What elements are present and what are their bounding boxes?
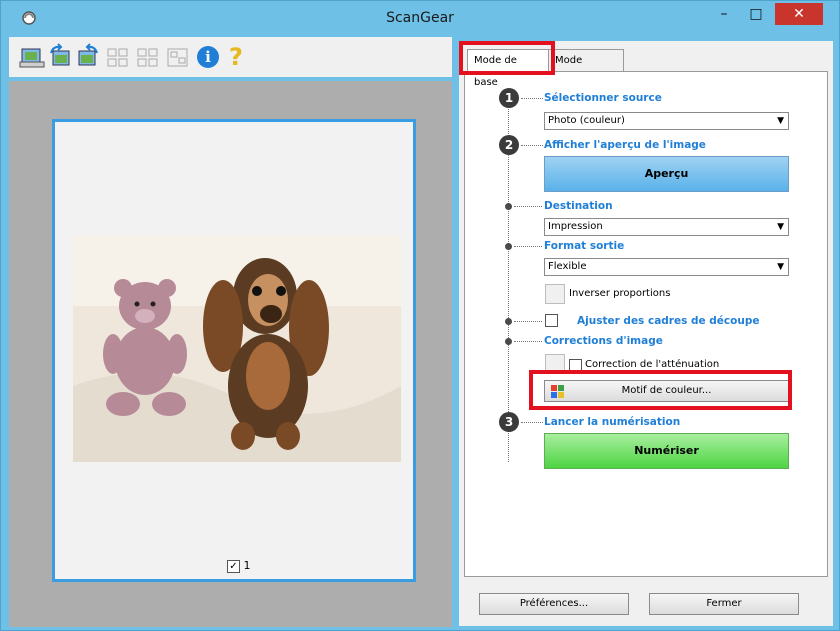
grid-view-icon[interactable] — [135, 43, 161, 71]
preferences-button[interactable]: Préférences... — [479, 593, 629, 615]
crop-frame-icon[interactable] — [165, 43, 191, 71]
destination-dot — [505, 203, 512, 210]
help-icon[interactable]: ? — [223, 43, 249, 71]
format-dot — [505, 243, 512, 250]
preview-image-label: Afficher l'aperçu de l'image — [544, 139, 706, 151]
right-pane: Mode de base Mode avancé 1 Sélectionner … — [459, 41, 833, 626]
format-connector — [514, 246, 542, 248]
step-2-connector — [521, 145, 543, 147]
basic-mode-panel: 1 Sélectionner source Photo (couleur) ▼ … — [464, 71, 828, 577]
info-icon[interactable]: i — [197, 43, 223, 71]
swap-aspect-ratio-label: Inverser proportions — [569, 288, 671, 299]
minimize-button[interactable]: – — [709, 3, 739, 25]
rotate-left-icon[interactable] — [47, 43, 73, 71]
left-pane: i ? ✓ 1 — [9, 37, 452, 627]
fading-correction-icon — [545, 354, 565, 374]
help-glyph: ? — [229, 43, 243, 71]
scan-image-icon[interactable] — [19, 43, 45, 71]
step-1-badge: 1 — [499, 88, 519, 108]
info-glyph: i — [197, 46, 219, 68]
corrections-dot — [505, 338, 512, 345]
start-scan-label: Lancer la numérisation — [544, 416, 681, 428]
image-corrections-label: Corrections d'image — [544, 335, 663, 347]
color-pattern-icon — [551, 385, 564, 398]
step-3-connector — [521, 422, 543, 424]
scangear-window: ScanGear – □ ✕ i ? ✓ 1 Mode de base Mode… — [0, 0, 840, 631]
color-pattern-button[interactable]: Motif de couleur... — [544, 380, 789, 402]
toolbar: i ? — [9, 37, 452, 77]
close-button[interactable]: Fermer — [649, 593, 799, 615]
fading-correction-checkbox[interactable] — [569, 359, 582, 372]
adjust-cropping-checkbox[interactable] — [545, 314, 558, 327]
crop-dot — [505, 318, 512, 325]
thumbnail-checkbox-box[interactable]: ✓ — [227, 559, 240, 573]
select-source-label: Sélectionner source — [544, 92, 662, 104]
destination-select[interactable]: Impression ▼ — [544, 218, 789, 236]
output-size-select-value: Flexible — [548, 261, 587, 272]
source-select[interactable]: Photo (couleur) ▼ — [544, 112, 789, 130]
destination-select-value: Impression — [548, 221, 603, 232]
step-3-badge: 3 — [499, 412, 519, 432]
chevron-down-icon: ▼ — [777, 262, 784, 272]
source-select-value: Photo (couleur) — [548, 115, 625, 126]
chevron-down-icon: ▼ — [777, 222, 784, 232]
crop-connector — [514, 321, 542, 323]
scan-button[interactable]: Numériser — [544, 433, 789, 469]
step-guide-line — [508, 102, 510, 462]
output-size-label: Format sortie — [544, 240, 625, 252]
destination-connector — [514, 206, 542, 208]
thumbnail-checkbox[interactable]: ✓ 1 — [227, 559, 251, 573]
thumbnail-view-icon[interactable] — [105, 43, 131, 71]
swap-aspect-ratio-icon[interactable] — [545, 284, 565, 304]
close-window-button[interactable]: ✕ — [775, 3, 823, 25]
color-pattern-label: Motif de couleur... — [621, 385, 712, 396]
preview-photo — [73, 236, 401, 462]
tab-advanced-mode[interactable]: Mode avancé — [548, 49, 624, 88]
maximize-button[interactable]: □ — [741, 3, 771, 25]
output-size-select[interactable]: Flexible ▼ — [544, 258, 789, 276]
preview-area[interactable]: ✓ 1 — [9, 81, 452, 627]
thumbnail-number: 1 — [243, 559, 251, 572]
corrections-connector — [514, 341, 542, 343]
step-1-connector — [521, 98, 543, 100]
tab-basic-mode[interactable]: Mode de base — [467, 49, 549, 88]
step-2-badge: 2 — [499, 135, 519, 155]
adjust-cropping-label: Ajuster des cadres de découpe — [577, 315, 760, 327]
thumbnail-frame[interactable]: ✓ 1 — [52, 119, 416, 582]
destination-label: Destination — [544, 200, 613, 212]
title-bar[interactable]: ScanGear – □ ✕ — [1, 1, 839, 37]
chevron-down-icon: ▼ — [777, 116, 784, 126]
rotate-right-icon[interactable] — [75, 43, 101, 71]
preview-button[interactable]: Aperçu — [544, 156, 789, 192]
fading-correction-label: Correction de l'atténuation — [585, 359, 720, 370]
